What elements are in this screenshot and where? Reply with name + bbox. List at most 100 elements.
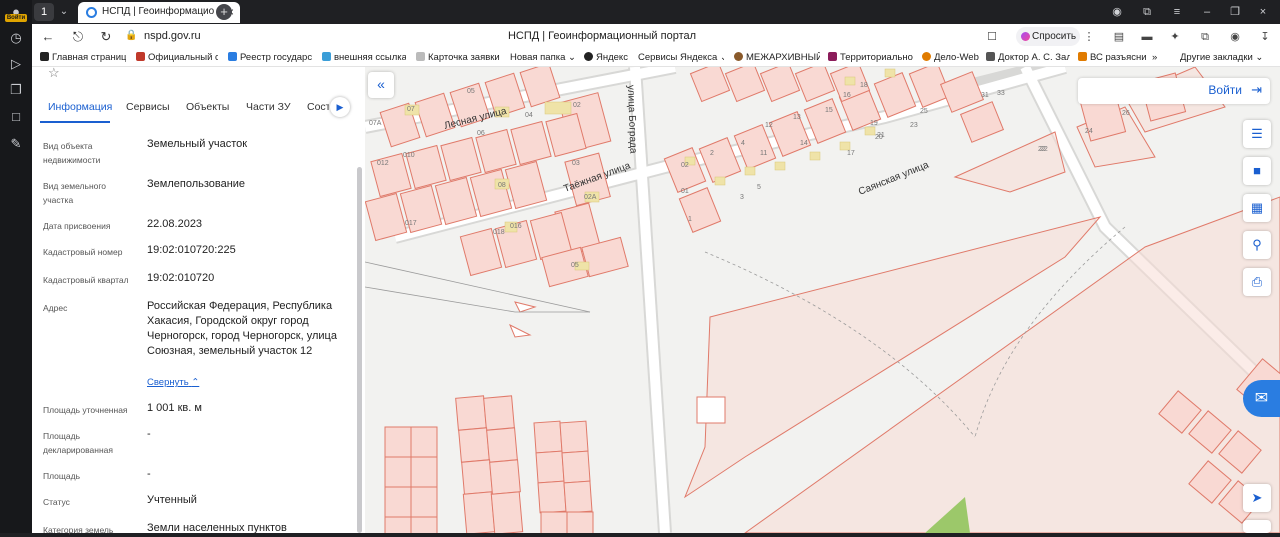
collapse-panel-button[interactable]: « bbox=[368, 72, 394, 98]
svg-text:01: 01 bbox=[681, 188, 689, 195]
lock-icon[interactable]: 🔒 bbox=[125, 30, 137, 41]
select-area-button[interactable]: ▦ bbox=[1243, 194, 1271, 222]
collections-icon[interactable]: ❐ bbox=[6, 80, 26, 100]
map-canvas[interactable]: Лесная улица Таёжная улица улица Бограда… bbox=[365, 67, 1280, 533]
minimize-icon[interactable]: – bbox=[1198, 4, 1216, 20]
field-value: Земли населенных пунктов bbox=[147, 522, 287, 534]
menu-icon[interactable]: ≡ bbox=[1168, 4, 1186, 20]
tabs-scroll-right-button[interactable]: ▶ bbox=[330, 97, 350, 117]
bookmark-favicon-icon bbox=[828, 52, 837, 61]
svg-text:31: 31 bbox=[981, 92, 989, 99]
bookmark-item[interactable]: Доктор А. С. Зал bbox=[986, 52, 1070, 63]
svg-text:02: 02 bbox=[573, 102, 581, 109]
notes-icon[interactable]: ✎ bbox=[6, 134, 26, 154]
address-value: Российская Федерация, Республика Хакасия… bbox=[147, 300, 337, 357]
tab-information[interactable]: Информация bbox=[48, 101, 112, 113]
tab-objects[interactable]: Объекты bbox=[186, 101, 229, 113]
tab-composition[interactable]: Соста bbox=[307, 101, 329, 113]
alice-icon[interactable]: ◉ bbox=[1108, 4, 1126, 20]
url-field[interactable]: nspd.gov.ru bbox=[144, 30, 201, 42]
chat-support-button[interactable]: ✉ bbox=[1243, 380, 1280, 417]
bookmark-icon[interactable]: ☐ bbox=[985, 30, 999, 44]
my-location-button[interactable]: ➤ bbox=[1243, 484, 1271, 512]
chevron-down-icon[interactable]: ⌄ bbox=[56, 3, 72, 21]
bookmark-folder[interactable]: Сервисы Яндекса ⌄ bbox=[638, 52, 724, 63]
svg-text:016: 016 bbox=[510, 223, 522, 230]
back-icon[interactable]: ← bbox=[40, 29, 56, 45]
bookmark-item[interactable]: Карточка заявки bbox=[416, 52, 500, 63]
bookmark-item[interactable]: МЕЖАРХИВНЫЙ bbox=[734, 52, 820, 63]
window-close-icon[interactable]: × bbox=[1254, 4, 1272, 20]
share-icon[interactable]: ⧉ bbox=[1198, 30, 1212, 44]
collapse-link[interactable]: Свернуть ⌃ bbox=[147, 377, 199, 388]
extensions-icon[interactable]: ✦ bbox=[1168, 30, 1182, 44]
small-parcel bbox=[509, 301, 726, 424]
history-icon[interactable]: ◷ bbox=[6, 28, 26, 48]
ruler-icon: ■ bbox=[1253, 163, 1261, 178]
login-icon: ⇥ bbox=[1251, 82, 1262, 97]
tab-number-icon[interactable]: □ bbox=[6, 107, 26, 127]
other-bookmarks-folder[interactable]: Другие закладки ⌄ bbox=[1180, 52, 1272, 63]
more-tools-button[interactable] bbox=[1243, 520, 1271, 533]
ask-button[interactable]: Спросить bbox=[1016, 27, 1080, 46]
tab-services[interactable]: Сервисы bbox=[126, 101, 170, 113]
field-value: Землепользование bbox=[147, 178, 246, 190]
login-button[interactable]: Войти ⇥ bbox=[1078, 78, 1270, 104]
bookmark-tabs-icon[interactable]: ⧉ bbox=[1138, 4, 1156, 20]
street-label: улица Бограда bbox=[625, 85, 638, 154]
svg-text:25: 25 bbox=[920, 108, 928, 115]
bookmark-favicon-icon bbox=[136, 52, 145, 61]
active-tab-indicator bbox=[40, 121, 110, 123]
print-button[interactable]: ⎙ bbox=[1243, 268, 1271, 296]
star-icon[interactable]: ☆ bbox=[48, 65, 60, 81]
svg-text:017: 017 bbox=[405, 220, 417, 227]
new-tab-button[interactable]: + bbox=[216, 4, 232, 20]
select-area-icon: ▦ bbox=[1250, 200, 1264, 215]
share-button[interactable]: ⚲ bbox=[1243, 231, 1271, 259]
bookmark-folder[interactable]: Новая папка ⌄ bbox=[510, 52, 578, 63]
svg-text:4: 4 bbox=[741, 140, 745, 147]
svg-text:05: 05 bbox=[571, 262, 579, 269]
rail-login-badge[interactable]: Войти bbox=[5, 14, 27, 22]
alice-icon bbox=[1021, 32, 1030, 41]
bookmark-item[interactable]: Территориально bbox=[828, 52, 914, 63]
svg-text:23: 23 bbox=[910, 122, 918, 129]
bookmark-item[interactable]: Дело-Web bbox=[922, 52, 980, 63]
user-extension-icon[interactable]: ◉ bbox=[1228, 30, 1242, 44]
maximize-icon[interactable]: ❐ bbox=[1226, 4, 1244, 20]
svg-text:018: 018 bbox=[493, 229, 505, 236]
bookmark-favicon-icon bbox=[228, 52, 237, 61]
svg-text:12: 12 bbox=[765, 122, 773, 129]
play-icon[interactable]: ▷ bbox=[6, 54, 26, 74]
layers-icon: ☰ bbox=[1251, 126, 1263, 141]
reload-icon[interactable]: ↻ bbox=[98, 29, 114, 45]
bookmark-item[interactable]: Реестр государст bbox=[228, 52, 312, 63]
cadastral-map[interactable]: Лесная улица Таёжная улица улица Бограда… bbox=[365, 67, 1280, 533]
more-vertical-icon[interactable]: ⋮ bbox=[1082, 30, 1096, 44]
field-value: 1 001 кв. м bbox=[147, 402, 202, 414]
bookmark-item[interactable]: внешняя ссылка bbox=[322, 52, 406, 63]
ruler-button[interactable]: ■ bbox=[1243, 157, 1271, 185]
bookmark-item[interactable]: Яндекс bbox=[584, 52, 630, 63]
navigation-icon: ➤ bbox=[1251, 490, 1263, 505]
page-title: НСПД | Геоинформационный портал bbox=[507, 30, 697, 42]
vpn-icon[interactable]: ▬ bbox=[1140, 30, 1154, 44]
svg-text:11: 11 bbox=[760, 150, 767, 157]
field-value: Земельный участок bbox=[147, 138, 248, 150]
field-label: Кадастровый номер bbox=[43, 247, 123, 257]
downloads-icon[interactable]: ↧ bbox=[1258, 30, 1272, 44]
layers-button[interactable]: ☰ bbox=[1243, 120, 1271, 148]
translate-icon[interactable]: ▤ bbox=[1112, 30, 1126, 44]
more-bookmarks-icon[interactable]: » bbox=[1152, 52, 1166, 63]
bookmark-item[interactable]: Официальный са bbox=[136, 52, 218, 63]
svg-text:3: 3 bbox=[740, 194, 744, 201]
bookmark-item[interactable]: Главная страниц bbox=[40, 52, 126, 63]
svg-text:05: 05 bbox=[467, 88, 475, 95]
field-value: 22.08.2023 bbox=[147, 218, 203, 230]
tab-counter[interactable]: 1 bbox=[34, 3, 54, 21]
tab-parts[interactable]: Части ЗУ bbox=[246, 101, 291, 113]
panel-scrollbar[interactable] bbox=[357, 167, 362, 533]
bookmark-item[interactable]: ВС разъясни bbox=[1078, 52, 1152, 63]
bookmark-favicon-icon bbox=[734, 52, 743, 61]
shield-icon[interactable]: ⎋ bbox=[70, 29, 86, 45]
